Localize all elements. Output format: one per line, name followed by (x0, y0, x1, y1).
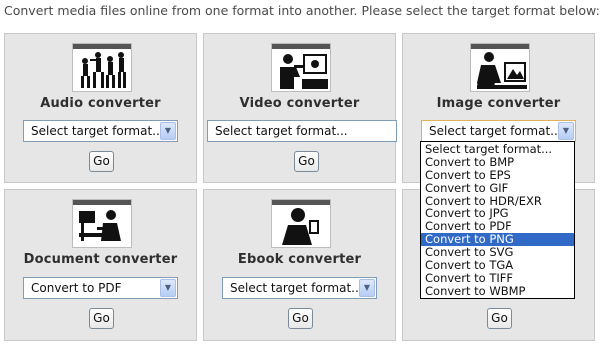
chevron-down-icon[interactable]: ▼ (160, 122, 176, 140)
image-select-value: Select target format... (429, 124, 562, 138)
audio-select-value: Select target format... (31, 124, 164, 138)
dropdown-option[interactable]: Convert to GIF (421, 181, 574, 195)
document-format-select[interactable]: Convert to PDF ▼ (23, 277, 178, 299)
ebook-converter-title: Ebook converter (237, 252, 362, 267)
dropdown-option[interactable]: Convert to TGA (421, 259, 574, 272)
dropdown-option[interactable]: Convert to EPS (421, 168, 574, 182)
image-format-dropdown-list: Select target format... Convert to BMP Con… (420, 141, 575, 299)
chevron-down-icon[interactable]: ▼ (558, 122, 574, 140)
image-format-select[interactable]: Select target format... ▼ (421, 120, 576, 142)
sixth-go-button[interactable]: Go (487, 308, 512, 329)
ebook-select-value: Select target format... (230, 281, 363, 295)
image-viewer-icon (470, 43, 530, 92)
document-reader-icon (72, 199, 132, 248)
audio-format-select[interactable]: Select target format... ▼ (23, 120, 178, 142)
document-converter-panel: Document converter Convert to PDF ▼ Go (4, 189, 197, 341)
intro-text: Convert media files online from one form… (4, 3, 600, 18)
dancers-icon (72, 43, 132, 92)
dropdown-option[interactable]: Select target format... (421, 143, 574, 156)
audio-converter-title: Audio converter (40, 96, 161, 111)
chevron-down-icon[interactable]: ▼ (359, 279, 375, 297)
image-converter-title: Image converter (436, 96, 561, 111)
video-viewer-icon (271, 43, 331, 92)
dropdown-option[interactable]: Convert to BMP (421, 155, 574, 169)
document-select-value: Convert to PDF (31, 281, 122, 295)
document-go-button[interactable]: Go (89, 308, 114, 329)
audio-go-button[interactable]: Go (89, 151, 114, 172)
ebook-reader-icon (271, 199, 331, 248)
video-format-select[interactable]: Select target format... (207, 120, 397, 142)
document-converter-title: Document converter (23, 252, 178, 267)
ebook-format-select[interactable]: Select target format... ▼ (222, 277, 377, 299)
video-go-button[interactable]: Go (294, 151, 319, 172)
dropdown-option[interactable]: Convert to WBMP (421, 284, 574, 298)
ebook-go-button[interactable]: Go (288, 308, 313, 329)
ebook-converter-panel: Ebook converter Select target format... … (203, 189, 396, 341)
chevron-down-icon[interactable]: ▼ (160, 279, 176, 297)
dropdown-option[interactable]: Convert to TIFF (421, 271, 574, 285)
video-converter-panel: Video converter Select target format... … (203, 33, 397, 183)
video-converter-title: Video converter (239, 96, 360, 111)
audio-converter-panel: Audio converter Select target format... … (4, 33, 197, 183)
video-select-value: Select target format... (215, 124, 348, 138)
